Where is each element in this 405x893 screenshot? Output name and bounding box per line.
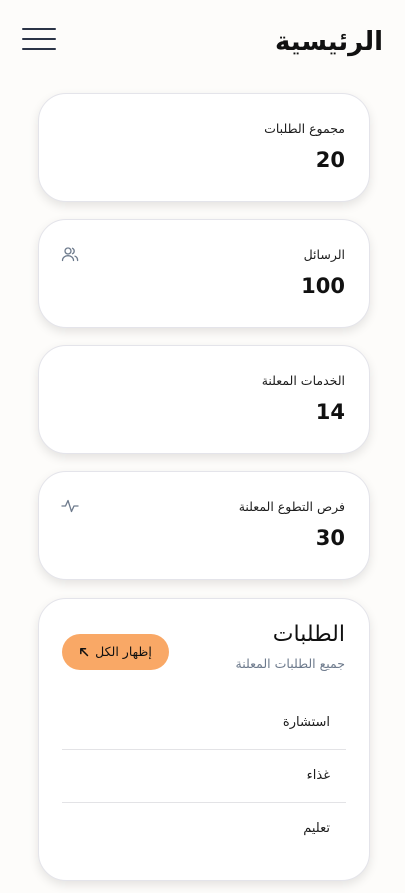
users-icon bbox=[61, 247, 79, 262]
request-item-label: استشارة bbox=[282, 715, 330, 730]
stat-label: فرص التطوع المعلنة bbox=[238, 499, 345, 514]
request-item-education[interactable]: تعليم bbox=[62, 803, 346, 856]
request-list: استشارة غذاء تعليم bbox=[62, 697, 346, 856]
show-all-button[interactable]: إظهار الكل bbox=[62, 634, 169, 670]
requests-card: الطلبات جميع الطلبات المعلنة إظهار الكل … bbox=[38, 598, 370, 881]
stat-value: 100 bbox=[301, 274, 345, 298]
activity-icon bbox=[61, 499, 79, 513]
home-page: الرئيسية مجموع الطلبات 20 الرسائل 100 ال… bbox=[0, 0, 405, 893]
stat-card-volunteer-opportunities[interactable]: فرص التطوع المعلنة 30 bbox=[38, 471, 370, 580]
stat-label: الرسائل bbox=[303, 247, 345, 262]
stat-value: 14 bbox=[315, 400, 345, 424]
stat-label: مجموع الطلبات bbox=[264, 121, 345, 136]
show-all-label: إظهار الكل bbox=[95, 644, 152, 659]
request-item-consultation[interactable]: استشارة bbox=[62, 697, 346, 750]
hamburger-menu-icon[interactable] bbox=[22, 27, 56, 51]
stat-label: الخدمات المعلنة bbox=[261, 373, 345, 388]
stat-card-total-requests[interactable]: مجموع الطلبات 20 bbox=[38, 93, 370, 202]
request-item-label: غذاء bbox=[306, 768, 330, 783]
request-item-label: تعليم bbox=[303, 821, 330, 836]
stat-value: 30 bbox=[315, 526, 345, 550]
arrow-up-left-icon bbox=[80, 648, 89, 657]
requests-title: الطلبات bbox=[272, 622, 345, 647]
app-header: الرئيسية bbox=[0, 0, 405, 84]
requests-subtitle: جميع الطلبات المعلنة bbox=[235, 656, 346, 671]
page-title: الرئيسية bbox=[274, 27, 383, 57]
stat-card-announced-services[interactable]: الخدمات المعلنة 14 bbox=[38, 345, 370, 454]
request-item-food[interactable]: غذاء bbox=[62, 750, 346, 803]
stat-card-messages[interactable]: الرسائل 100 bbox=[38, 219, 370, 328]
stat-value: 20 bbox=[315, 148, 345, 172]
